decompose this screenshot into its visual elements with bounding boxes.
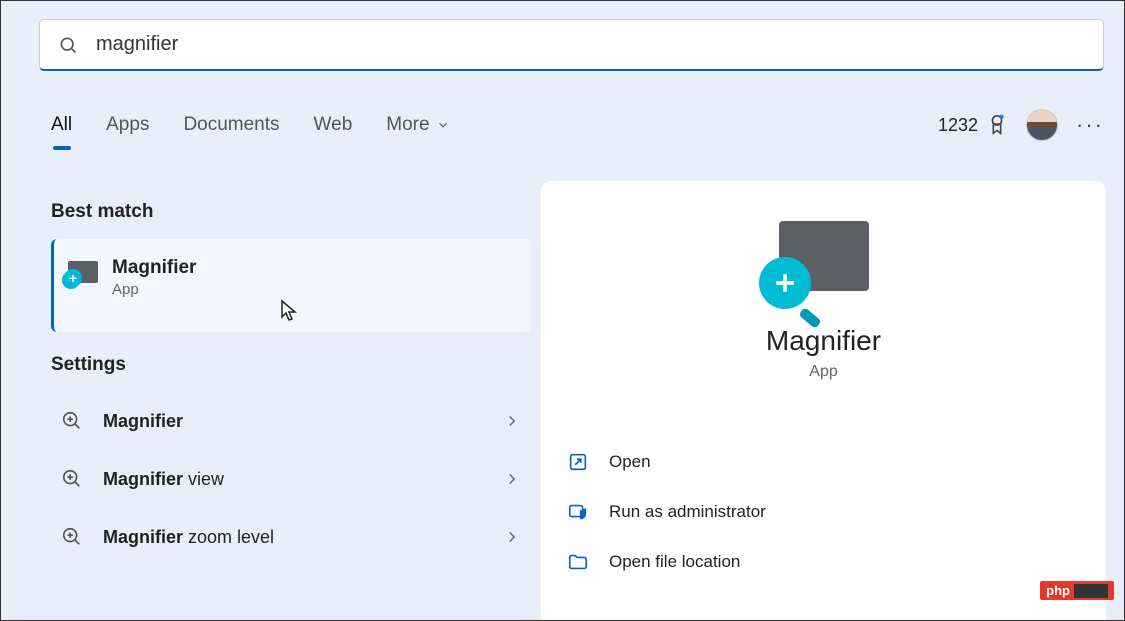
tab-web[interactable]: Web xyxy=(314,114,353,136)
chevron-right-icon xyxy=(503,470,521,488)
preview-panel: Magnifier App Open Run as administrator … xyxy=(541,181,1106,620)
section-best-match: Best match xyxy=(51,201,531,223)
magnify-plus-icon xyxy=(61,410,83,432)
magnifier-hero-icon xyxy=(779,221,869,291)
tab-all[interactable]: All xyxy=(51,114,72,136)
header-right-actions: 1232 ··· xyxy=(938,109,1104,141)
tab-more[interactable]: More xyxy=(386,114,449,136)
shield-admin-icon xyxy=(567,501,589,523)
filter-tabs: All Apps Documents Web More xyxy=(51,114,450,136)
action-label: Run as administrator xyxy=(609,502,766,522)
rewards-points[interactable]: 1232 xyxy=(938,114,1008,136)
preview-subtitle: App xyxy=(809,363,837,381)
settings-item-magnifier-view[interactable]: Magnifier view xyxy=(51,450,531,508)
section-settings: Settings xyxy=(51,354,531,376)
search-input[interactable] xyxy=(96,33,1085,56)
chevron-right-icon xyxy=(503,528,521,546)
open-icon xyxy=(567,451,589,473)
action-run-admin[interactable]: Run as administrator xyxy=(567,491,1080,533)
preview-title: Magnifier xyxy=(766,325,881,357)
best-match-subtitle: App xyxy=(112,281,196,298)
user-avatar[interactable] xyxy=(1026,109,1058,141)
rewards-points-value: 1232 xyxy=(938,115,978,136)
results-left-column: Best match + Magnifier App Settings Magn… xyxy=(51,191,531,566)
cursor-icon xyxy=(279,299,299,323)
preview-actions: Open Run as administrator Open file loca… xyxy=(567,441,1080,583)
settings-item-label: Magnifier view xyxy=(103,469,224,490)
watermark-badge: php xyxy=(1040,581,1114,600)
settings-item-magnifier-zoom[interactable]: Magnifier zoom level xyxy=(51,508,531,566)
tab-apps[interactable]: Apps xyxy=(106,114,149,136)
medal-icon xyxy=(986,114,1008,136)
tab-documents[interactable]: Documents xyxy=(183,114,279,136)
action-label: Open file location xyxy=(609,552,740,572)
chevron-down-icon xyxy=(436,118,450,132)
action-open-location[interactable]: Open file location xyxy=(567,541,1080,583)
best-match-title: Magnifier xyxy=(112,257,196,279)
magnify-plus-icon xyxy=(61,526,83,548)
search-icon xyxy=(58,35,78,55)
action-label: Open xyxy=(609,452,651,472)
settings-item-magnifier[interactable]: Magnifier xyxy=(51,392,531,450)
folder-icon xyxy=(567,551,589,573)
filter-tabs-row: All Apps Documents Web More 1232 ··· xyxy=(51,109,1104,141)
overflow-menu[interactable]: ··· xyxy=(1076,112,1104,138)
settings-item-label: Magnifier zoom level xyxy=(103,527,274,548)
best-match-result[interactable]: + Magnifier App xyxy=(51,239,531,332)
magnifier-app-icon: + xyxy=(68,257,98,283)
tab-more-label: More xyxy=(386,114,429,136)
chevron-right-icon xyxy=(503,412,521,430)
settings-item-label: Magnifier xyxy=(103,411,183,432)
preview-hero: Magnifier App xyxy=(567,221,1080,381)
search-bar[interactable] xyxy=(39,19,1104,71)
action-open[interactable]: Open xyxy=(567,441,1080,483)
magnify-plus-icon xyxy=(61,468,83,490)
